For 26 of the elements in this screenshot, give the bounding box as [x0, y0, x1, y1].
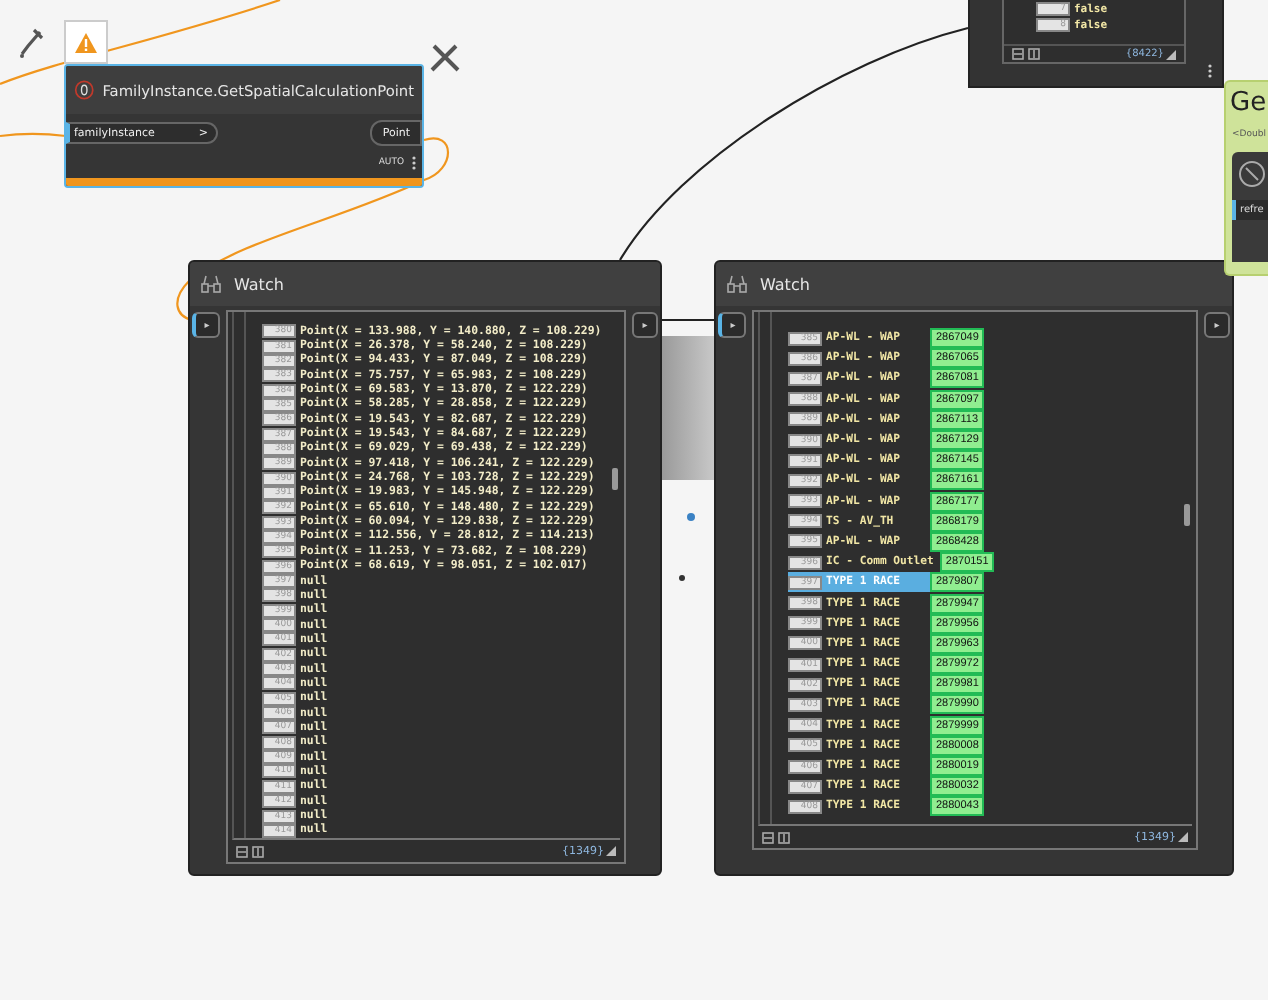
list-level-icon[interactable] — [762, 831, 774, 843]
watch-icon — [200, 274, 222, 294]
watch-node[interactable] — [714, 260, 1234, 876]
watch-node[interactable] — [188, 260, 662, 876]
list-level-icon[interactable] — [252, 845, 264, 858]
list-level-icon[interactable] — [1012, 48, 1024, 60]
node-type-icon — [74, 78, 95, 102]
list-level-icon[interactable] — [778, 831, 790, 843]
node-type-icon — [1238, 160, 1266, 188]
node-title: Watch — [760, 275, 810, 293]
resize-icon[interactable] — [1178, 832, 1188, 842]
preview-background — [662, 336, 714, 480]
node-title: Watch — [234, 275, 284, 293]
watch-icon — [726, 274, 748, 294]
warning-icon — [74, 31, 98, 53]
list-level-icon[interactable] — [236, 845, 248, 858]
scrollbar-thumb[interactable] — [1184, 504, 1190, 526]
resize-icon[interactable] — [606, 846, 616, 857]
connector-dot — [686, 512, 696, 522]
wire — [662, 316, 714, 324]
connector-dot — [678, 574, 686, 582]
list-level-icon[interactable] — [1028, 48, 1040, 60]
resize-icon[interactable] — [1166, 49, 1176, 59]
group-title: Ge — [1230, 86, 1268, 122]
wire — [0, 128, 68, 140]
scrollbar-thumb[interactable] — [612, 468, 618, 490]
